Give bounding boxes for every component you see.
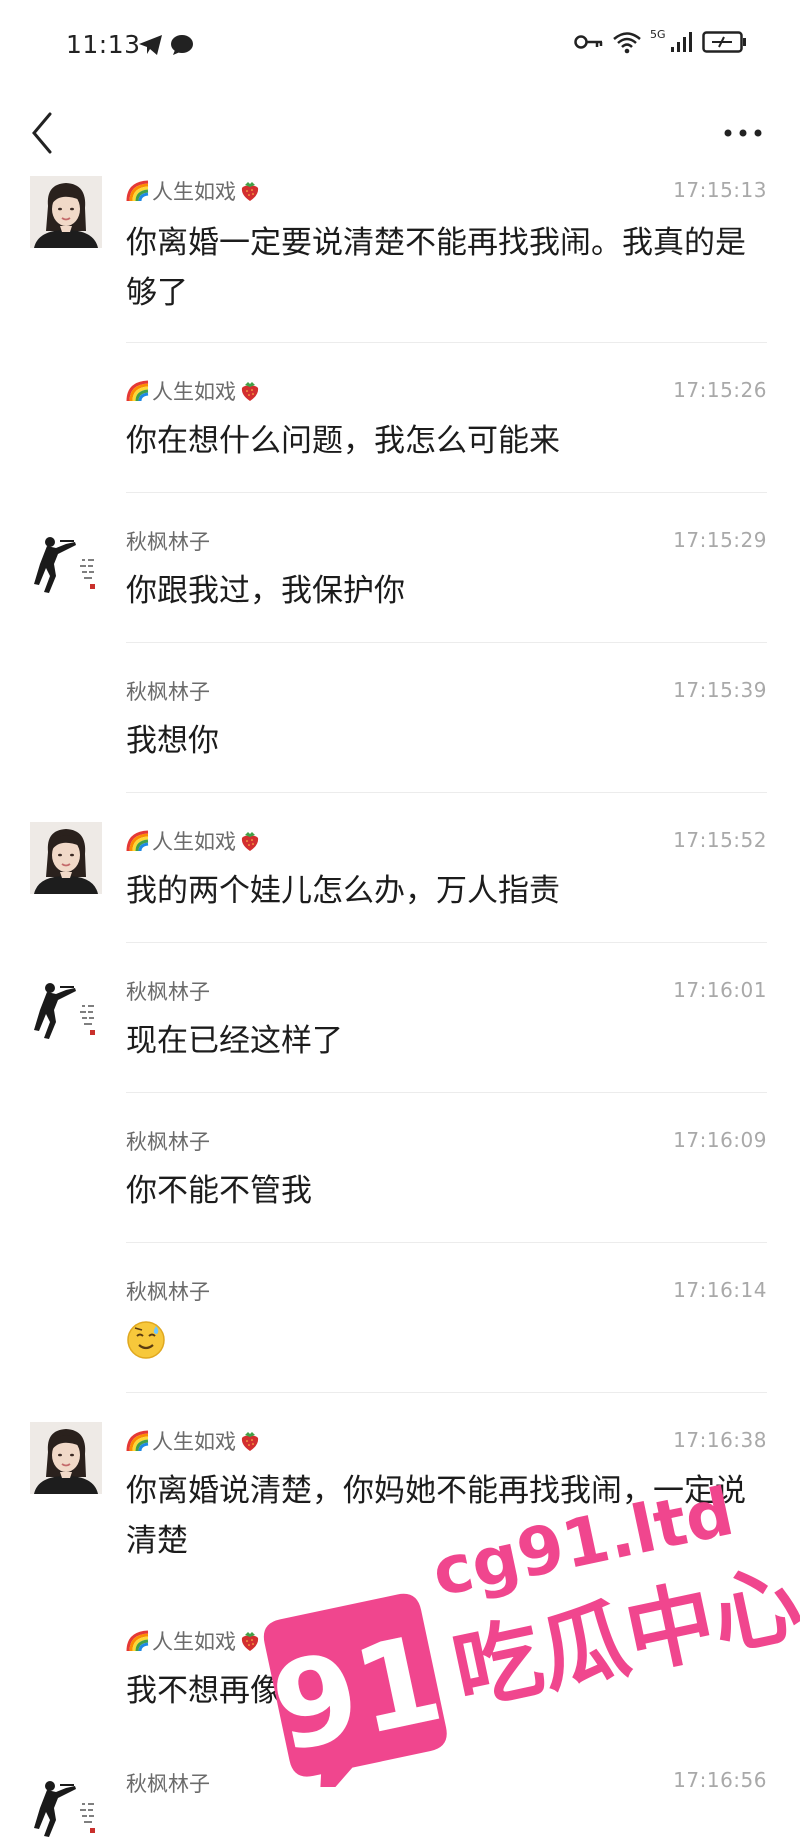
message-time: 17:15:26 xyxy=(673,378,767,402)
sender-name: 人生如戏 xyxy=(126,376,262,406)
strawberry-icon xyxy=(238,1629,262,1653)
key-icon xyxy=(574,35,603,49)
sender-name: 秋枫林子 xyxy=(126,530,210,554)
chevron-left-icon xyxy=(32,112,52,154)
divider xyxy=(126,342,767,343)
message-text: 你离婚说清楚，你妈她不能再找我闹，一定说清楚 xyxy=(126,1473,746,1559)
more-horizontal-icon xyxy=(724,129,762,137)
divider xyxy=(126,792,767,793)
status-bar: 11:13 5G xyxy=(0,0,800,96)
message-time: 17:15:29 xyxy=(673,528,767,552)
avatar[interactable] xyxy=(30,176,102,248)
strawberry-icon xyxy=(238,829,262,853)
avatar[interactable] xyxy=(30,1422,102,1494)
strawberry-icon xyxy=(238,379,262,403)
telegram-icon xyxy=(139,35,162,55)
message-time: 17:15:52 xyxy=(673,828,767,852)
sender-name: 秋枫林子 xyxy=(126,980,210,1004)
chat-bubble-icon xyxy=(171,35,193,55)
signal-icon xyxy=(670,32,692,52)
rainbow-icon xyxy=(126,1629,150,1653)
message-time: 17:16:56 xyxy=(673,1768,767,1792)
network-type-label: 5G xyxy=(650,27,666,41)
message-time: 17:15:13 xyxy=(673,178,767,202)
strawberry-icon xyxy=(238,179,262,203)
message-text: 你跟我过，我保护你 xyxy=(126,573,405,609)
message-time: 17:16:09 xyxy=(673,1128,767,1152)
rainbow-icon xyxy=(126,1429,150,1453)
divider xyxy=(126,1092,767,1093)
message-time: 17:15:39 xyxy=(673,678,767,702)
back-button[interactable] xyxy=(24,108,64,158)
avatar[interactable] xyxy=(30,526,102,598)
strawberry-icon xyxy=(238,1429,262,1453)
sender-name: 人生如戏 xyxy=(126,1626,262,1656)
message-text: 我想你 xyxy=(126,723,219,759)
wifi-icon xyxy=(613,32,641,54)
more-options-button[interactable] xyxy=(716,118,772,148)
sender-name: 人生如戏 xyxy=(126,826,262,856)
avatar[interactable] xyxy=(30,1770,102,1842)
message-text: 你在想什么问题，我怎么可能来 xyxy=(126,423,560,459)
sender-name: 秋枫林子 xyxy=(126,1772,210,1796)
sender-name: 秋枫林子 xyxy=(126,680,210,704)
avatar[interactable] xyxy=(30,972,102,1044)
message-time: 17:16:14 xyxy=(673,1278,767,1302)
status-right-icons: 5G xyxy=(574,27,748,54)
sender-name: 人生如戏 xyxy=(126,1426,262,1456)
sweat-smile-emoji-icon xyxy=(127,1321,165,1359)
message-text: 现在已经这样了 xyxy=(126,1023,343,1059)
message-time: 17:16:01 xyxy=(673,978,767,1002)
divider xyxy=(126,1242,767,1243)
sender-name: 秋枫林子 xyxy=(126,1130,210,1154)
message-text: 你不能不管我 xyxy=(126,1173,312,1209)
divider xyxy=(126,942,767,943)
sender-name: 人生如戏 xyxy=(126,176,262,206)
divider xyxy=(126,1392,767,1393)
avatar[interactable] xyxy=(30,822,102,894)
rainbow-icon xyxy=(126,829,150,853)
message-text: 我不想再像今天这样 xyxy=(126,1673,405,1709)
rainbow-icon xyxy=(126,179,150,203)
nav-bar xyxy=(0,96,800,170)
message-text: 你离婚一定要说清楚不能再找我闹。我真的是够了 xyxy=(126,225,746,311)
divider xyxy=(126,642,767,643)
sender-name: 秋枫林子 xyxy=(126,1280,210,1304)
battery-icon xyxy=(701,31,746,53)
message-time: 17:16:38 xyxy=(673,1428,767,1452)
status-time: 11:13 xyxy=(66,30,141,59)
divider xyxy=(126,492,767,493)
rainbow-icon xyxy=(126,379,150,403)
status-left-icons xyxy=(138,34,194,56)
message-text: 我的两个娃儿怎么办，万人指责 xyxy=(126,873,560,909)
